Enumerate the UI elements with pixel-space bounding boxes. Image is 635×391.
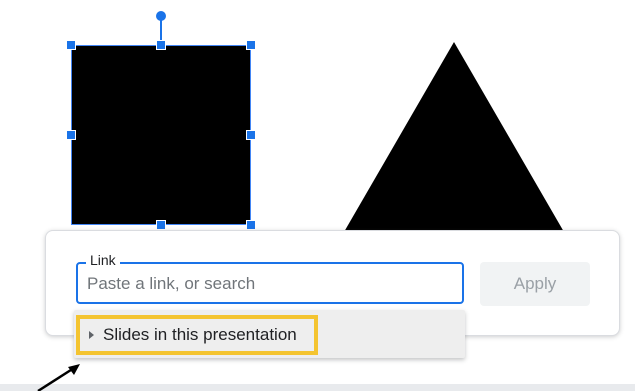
bottom-edge	[0, 384, 635, 391]
resize-handle-top[interactable]	[156, 40, 166, 50]
suggestion-slides-in-presentation[interactable]: Slides in this presentation	[76, 315, 318, 355]
resize-handle-bottom-right[interactable]	[246, 220, 256, 230]
caret-right-icon	[89, 331, 94, 339]
resize-handle-top-right[interactable]	[246, 40, 256, 50]
resize-handle-right[interactable]	[246, 130, 256, 140]
apply-button[interactable]: Apply	[480, 262, 590, 306]
triangle-shape[interactable]	[344, 42, 564, 232]
resize-handle-top-left[interactable]	[66, 40, 76, 50]
link-input[interactable]	[87, 272, 447, 296]
suggestion-label: Slides in this presentation	[103, 325, 297, 344]
pointer-arrow-icon	[37, 364, 80, 391]
square-shape[interactable]	[71, 45, 251, 225]
resize-handle-left[interactable]	[66, 130, 76, 140]
link-field-label: Link	[86, 252, 120, 268]
resize-handle-bottom[interactable]	[156, 220, 166, 230]
rotate-handle[interactable]	[156, 11, 166, 21]
